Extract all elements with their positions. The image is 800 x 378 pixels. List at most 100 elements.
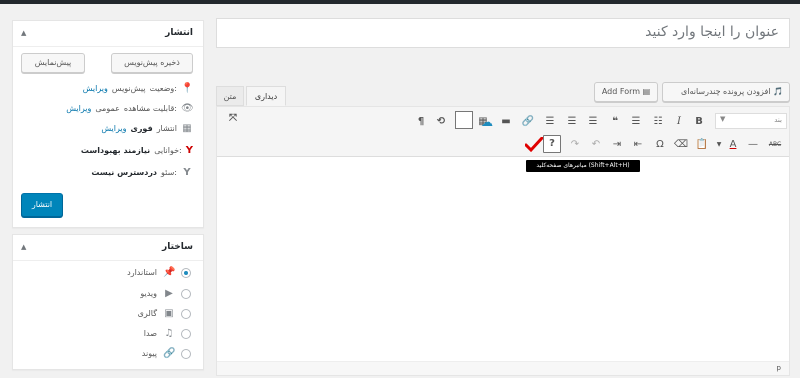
- refresh-icon[interactable]: ⟲: [433, 114, 449, 130]
- chevron-down-icon[interactable]: ▼: [711, 137, 727, 153]
- tab-visual[interactable]: دیداری: [246, 86, 286, 106]
- publish-time-value: فوری: [130, 124, 153, 133]
- gallery-icon: ▣: [164, 308, 174, 319]
- publish-time-label: انتشار: [156, 124, 177, 133]
- align-center-icon[interactable]: ☰: [564, 114, 580, 130]
- format-label-standard: استاندارد: [127, 268, 157, 277]
- publish-box: انتشار ▲ ذخیره پیش‌نویس پیش‌نمایش 📍 وضعی…: [12, 20, 204, 228]
- shortcut-tooltip: میانبرهای صفحه‌کلید (Shift+Alt+H): [526, 160, 640, 172]
- add-form-button[interactable]: Add Form ▤: [594, 82, 658, 102]
- format-box: ساختار ▲ 📌 استاندارد ▶ ویدیو ▣ گالری ♫ ص…: [12, 234, 204, 370]
- readability-label: خوانایی:: [154, 146, 182, 155]
- save-draft-button[interactable]: ذخیره پیش‌نویس: [111, 53, 193, 73]
- cloud-icon[interactable]: ☁: [479, 114, 495, 130]
- visibility-label: قابلیت مشاهده:: [123, 104, 177, 113]
- publish-button[interactable]: انتشار: [21, 193, 63, 217]
- paragraph-direction-icon[interactable]: ¶: [413, 114, 429, 130]
- color-square-icon[interactable]: [455, 111, 473, 129]
- status-value: پیش‌نویس: [111, 84, 146, 93]
- format-option[interactable]: 📌 استاندارد: [127, 267, 191, 278]
- bullet-list-icon[interactable]: ☰: [628, 114, 644, 130]
- admin-top-bar: [0, 0, 800, 4]
- readability-value: نیازمند بهبوداست: [80, 146, 151, 155]
- seo-label: سئو:: [161, 168, 177, 177]
- visibility-row: 👁 قابلیت مشاهده: عمومی ویرایش: [66, 103, 193, 114]
- collapse-arrow-icon[interactable]: ▲: [21, 29, 26, 37]
- indent-icon[interactable]: ⇥: [609, 137, 625, 153]
- paragraph-format-select[interactable]: بند ▼: [715, 113, 787, 129]
- video-icon: ▶: [165, 288, 173, 299]
- seo-value: دردسترس نیست: [91, 168, 158, 177]
- format-box-title: ساختار: [162, 242, 193, 252]
- add-media-button[interactable]: 🎵 افزودن پرونده چندرسانه‌ای: [662, 82, 790, 102]
- chevron-down-icon: ▼: [720, 115, 726, 123]
- keyboard-shortcuts-icon[interactable]: ?: [543, 135, 561, 153]
- format-option[interactable]: ▶ ویدیو: [140, 288, 191, 299]
- add-form-label: Add Form: [601, 87, 641, 96]
- pin-icon: 📍: [181, 83, 194, 94]
- text-color-icon[interactable]: A: [725, 137, 741, 153]
- seo-row: Y سئو: دردسترس نیست: [91, 167, 193, 178]
- format-radio-audio[interactable]: [181, 328, 191, 339]
- yoast-readability-icon: Y: [185, 145, 193, 156]
- format-radio-standard[interactable]: [181, 267, 191, 278]
- pin-icon: 📌: [163, 267, 176, 278]
- red-checkmark-icon: [525, 137, 543, 153]
- bold-icon[interactable]: B: [691, 114, 707, 130]
- status-row: 📍 وضعیت: پیش‌نویس ویرایش: [83, 83, 194, 94]
- undo-icon[interactable]: ↶: [588, 137, 604, 153]
- format-radio-video[interactable]: [181, 288, 191, 299]
- format-label-link: پیوند: [141, 349, 157, 358]
- editor-area[interactable]: بند ▼ B I ☷ ☰ ❝ ☰ ☰ ☰ 🔗 ▬ ▦ ☁ ⟲ ¶ ⤧ ABC …: [216, 106, 790, 376]
- status-edit-link[interactable]: ویرایش: [83, 84, 108, 93]
- form-icon: ▤: [642, 87, 651, 96]
- link-icon: 🔗: [163, 348, 176, 359]
- publish-time-row: ▦ انتشار فوری ویرایش: [101, 123, 193, 134]
- eye-icon: 👁: [181, 103, 194, 114]
- read-more-icon[interactable]: ▬: [498, 114, 514, 130]
- blockquote-icon[interactable]: ❝: [607, 114, 623, 130]
- readability-row: Y خوانایی: نیازمند بهبوداست: [81, 145, 193, 156]
- horizontal-line-icon[interactable]: —: [745, 137, 761, 153]
- fullscreen-icon[interactable]: ⤧: [225, 111, 241, 127]
- ordered-list-icon[interactable]: ☷: [650, 114, 666, 130]
- outdent-icon[interactable]: ⇤: [630, 137, 646, 153]
- insert-link-icon[interactable]: 🔗: [520, 114, 536, 130]
- preview-button[interactable]: پیش‌نمایش: [21, 53, 85, 73]
- format-label-video: ویدیو: [140, 289, 157, 298]
- title-placeholder: عنوان را اینجا وارد کنید: [645, 24, 779, 40]
- status-label: وضعیت:: [149, 84, 178, 93]
- audio-icon: ♫: [164, 328, 174, 339]
- strikethrough-icon[interactable]: ABC: [767, 137, 783, 153]
- format-label-audio: صدا: [143, 329, 157, 338]
- collapse-arrow-icon[interactable]: ▲: [21, 243, 26, 251]
- clear-formatting-icon[interactable]: ⌫: [673, 137, 689, 153]
- publish-time-edit-link[interactable]: ویرایش: [101, 124, 126, 133]
- align-left-icon[interactable]: ☰: [542, 114, 558, 130]
- element-path: p: [776, 364, 781, 372]
- format-radio-link[interactable]: [181, 348, 191, 359]
- redo-icon[interactable]: ↷: [567, 137, 583, 153]
- tab-text[interactable]: متن: [216, 86, 244, 106]
- align-right-icon[interactable]: ☰: [585, 114, 601, 130]
- paste-text-icon[interactable]: 📋: [694, 137, 710, 153]
- format-label-gallery: گالری: [137, 309, 157, 318]
- special-character-icon[interactable]: Ω: [652, 137, 668, 153]
- editor-toolbar: بند ▼ B I ☷ ☰ ❝ ☰ ☰ ☰ 🔗 ▬ ▦ ☁ ⟲ ¶ ⤧ ABC …: [217, 107, 789, 157]
- publish-box-header[interactable]: انتشار ▲: [13, 21, 203, 47]
- format-option[interactable]: 🔗 پیوند: [142, 348, 191, 359]
- format-box-header[interactable]: ساختار ▲: [13, 235, 203, 261]
- paragraph-select-value: بند: [774, 116, 782, 124]
- visibility-edit-link[interactable]: ویرایش: [66, 104, 91, 113]
- yoast-seo-icon: Y: [183, 167, 191, 178]
- format-option[interactable]: ♫ صدا: [144, 328, 191, 339]
- post-title-input[interactable]: عنوان را اینجا وارد کنید: [216, 18, 790, 48]
- format-radio-gallery[interactable]: [181, 308, 191, 319]
- add-media-label: افزودن پرونده چندرسانه‌ای: [680, 87, 771, 96]
- editor-statusbar: p: [217, 361, 789, 375]
- media-icon: 🎵: [773, 87, 783, 96]
- calendar-icon: ▦: [182, 123, 192, 134]
- visibility-value: عمومی: [95, 104, 120, 113]
- format-option[interactable]: ▣ گالری: [138, 308, 191, 319]
- italic-icon[interactable]: I: [671, 114, 687, 130]
